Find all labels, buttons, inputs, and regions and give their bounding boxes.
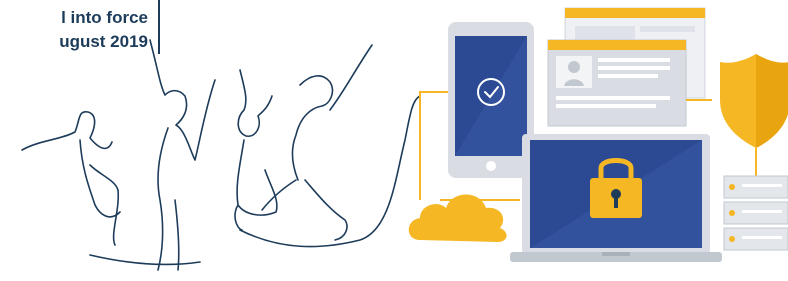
shield-icon <box>720 54 788 148</box>
illustration <box>21 7 788 271</box>
cloud-icon <box>408 194 507 242</box>
tablet-check <box>448 22 534 178</box>
laptop-lock <box>510 134 722 262</box>
people-line-art <box>21 39 421 271</box>
server-icon <box>723 175 788 251</box>
id-card-window <box>547 39 687 127</box>
